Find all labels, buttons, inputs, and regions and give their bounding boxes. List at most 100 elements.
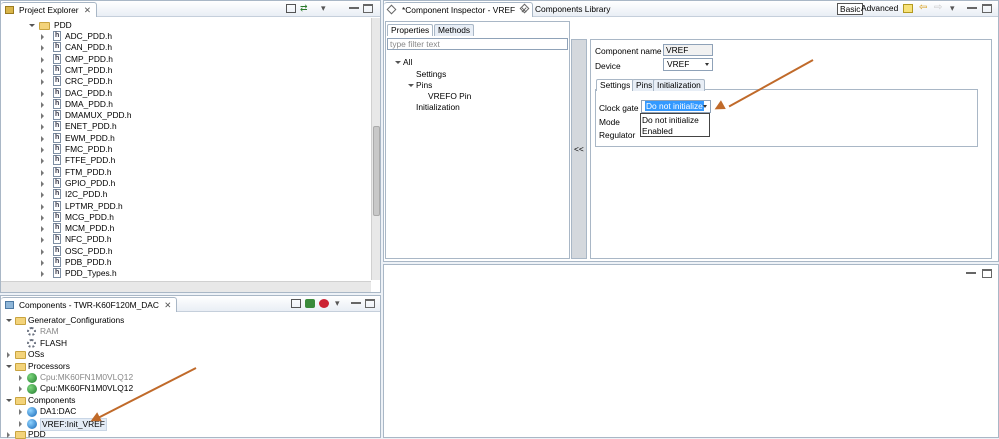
- header-file-icon: [53, 98, 61, 109]
- expand-arrow-icon[interactable]: [41, 90, 44, 97]
- expand-arrow-icon[interactable]: [7, 352, 10, 359]
- minimize-icon[interactable]: [966, 269, 976, 274]
- expand-arrow-icon[interactable]: [395, 61, 401, 64]
- expand-arrow-icon[interactable]: [41, 180, 44, 187]
- collapse-all-icon[interactable]: [291, 299, 301, 308]
- horizontal-scrollbar[interactable]: [1, 281, 371, 292]
- expand-arrow-icon[interactable]: [41, 34, 44, 40]
- expand-arrow-icon[interactable]: [7, 432, 10, 438]
- generate-code-icon[interactable]: [305, 299, 315, 308]
- header-file-icon: [53, 222, 61, 234]
- components-view-icon: [5, 301, 14, 309]
- device-select[interactable]: VREF: [663, 58, 713, 71]
- expand-arrow-icon[interactable]: [41, 101, 44, 108]
- expand-arrow-icon[interactable]: [41, 79, 44, 86]
- tab-initialization[interactable]: Initialization: [653, 79, 705, 91]
- tree-file-label: FTM_PDD.h: [65, 166, 112, 177]
- expand-arrow-icon[interactable]: [41, 260, 44, 266]
- link-editor-icon[interactable]: ⇄: [300, 4, 310, 13]
- basic-mode-button[interactable]: Basic: [837, 3, 864, 15]
- tree-file-label: DMA_PDD.h: [65, 98, 113, 109]
- back-icon[interactable]: ⇦: [919, 3, 929, 13]
- minimize-icon[interactable]: [349, 4, 359, 9]
- project-explorer-scrollbar[interactable]: [371, 18, 380, 280]
- close-icon[interactable]: ✕: [84, 5, 91, 15]
- expand-arrow-icon[interactable]: [41, 56, 44, 63]
- view-menu-icon[interactable]: ▾: [335, 299, 345, 308]
- maximize-icon[interactable]: [982, 269, 992, 278]
- close-icon[interactable]: ✕: [164, 300, 171, 310]
- tab-settings[interactable]: Settings: [596, 79, 635, 91]
- tree-item-vrefo-pin[interactable]: VREFO Pin: [428, 91, 471, 102]
- folder-icon: [15, 362, 26, 371]
- expand-arrow-icon[interactable]: [41, 135, 44, 142]
- header-file-icon: [53, 132, 61, 143]
- expand-arrow-icon[interactable]: [19, 386, 22, 393]
- folder-icon: [15, 351, 26, 360]
- expand-arrow-icon[interactable]: [408, 84, 414, 87]
- device-value: VREF: [667, 59, 690, 69]
- expand-arrow-icon[interactable]: [41, 214, 44, 221]
- expand-arrow-icon[interactable]: [19, 409, 22, 416]
- expand-arrow-icon[interactable]: [29, 24, 35, 27]
- expand-arrow-icon[interactable]: [41, 248, 44, 255]
- expand-arrow-icon[interactable]: [41, 237, 44, 244]
- expand-arrow-icon[interactable]: [41, 158, 44, 165]
- expand-arrow-icon[interactable]: [19, 375, 22, 381]
- tab-component-inspector[interactable]: *Component Inspector - VREF ✕: [384, 2, 534, 17]
- clock-gate-select[interactable]: Do not initialize: [641, 100, 711, 113]
- expand-arrow-icon[interactable]: [19, 420, 22, 427]
- filter-input[interactable]: type filter text: [387, 38, 568, 50]
- expand-arrow-icon[interactable]: [41, 271, 44, 278]
- collapse-all-icon[interactable]: [286, 4, 296, 13]
- minimize-icon[interactable]: [967, 4, 977, 9]
- project-explorer-tree: PDD ADC_PDD.hCAN_PDD.hCMP_PDD.hCMT_PDD.h…: [1, 18, 371, 280]
- tab-project-explorer[interactable]: Project Explorer ✕: [1, 2, 97, 17]
- tree-file-label: CMP_PDD.h: [65, 53, 113, 64]
- tree-item-settings[interactable]: Settings: [416, 69, 446, 80]
- component-name-field[interactable]: VREF: [663, 44, 713, 56]
- advanced-mode-button[interactable]: Advanced: [861, 3, 898, 15]
- expand-arrow-icon[interactable]: [41, 226, 44, 233]
- tab-methods[interactable]: Methods: [434, 24, 475, 36]
- header-file-icon: [53, 233, 61, 245]
- minimize-icon[interactable]: [351, 299, 361, 304]
- expand-arrow-icon[interactable]: [6, 398, 12, 402]
- notes-icon[interactable]: [903, 4, 913, 13]
- tree-item-initialization[interactable]: Initialization: [416, 102, 460, 113]
- tab-components[interactable]: Components - TWR-K60F120M_DAC ✕: [1, 297, 178, 312]
- expand-arrow-icon[interactable]: [41, 113, 44, 120]
- expand-arrow-icon[interactable]: [41, 124, 44, 131]
- collapse-pane-button[interactable]: <<: [571, 39, 587, 259]
- header-file-icon: [53, 200, 61, 211]
- clock-gate-dropdown: Do not initialize Enabled: [640, 113, 710, 137]
- project-explorer-view: Project Explorer ✕ ⇄ ▾ PDD ADC_PDD.hCAN_…: [0, 0, 381, 293]
- maximize-icon[interactable]: [982, 4, 992, 13]
- expand-arrow-icon[interactable]: [41, 147, 44, 153]
- dropdown-option-do-not-initialize[interactable]: Do not initialize: [642, 115, 699, 125]
- expand-arrow-icon[interactable]: [6, 319, 12, 322]
- header-file-icon: [53, 30, 61, 41]
- tab-properties[interactable]: Properties: [387, 24, 434, 36]
- expand-arrow-icon[interactable]: [41, 45, 44, 52]
- component-tree-label: Cpu:MK60FN1M0VLQ12: [40, 372, 134, 382]
- maximize-icon[interactable]: [365, 299, 375, 308]
- forward-icon[interactable]: ⇨: [934, 3, 944, 13]
- expand-arrow-icon[interactable]: [41, 169, 44, 176]
- tree-file-label: CRC_PDD.h: [65, 76, 113, 87]
- expand-arrow-icon[interactable]: [41, 67, 44, 74]
- expand-arrow-icon[interactable]: [41, 192, 44, 199]
- scrollbar-thumb[interactable]: [373, 126, 380, 216]
- header-file-icon: [53, 267, 61, 279]
- view-menu-icon[interactable]: ▾: [950, 4, 960, 13]
- view-menu-icon[interactable]: ▾: [321, 4, 331, 13]
- expand-arrow-icon[interactable]: [6, 364, 12, 368]
- component-tree-label: Processors: [28, 360, 70, 371]
- tab-components-library[interactable]: Components Library: [517, 2, 615, 17]
- add-component-icon[interactable]: [319, 299, 329, 308]
- header-file-icon: [53, 177, 61, 188]
- maximize-icon[interactable]: [363, 4, 373, 13]
- clock-gate-label: Clock gate: [599, 103, 639, 113]
- dropdown-option-enabled[interactable]: Enabled: [642, 126, 673, 136]
- expand-arrow-icon[interactable]: [41, 203, 44, 210]
